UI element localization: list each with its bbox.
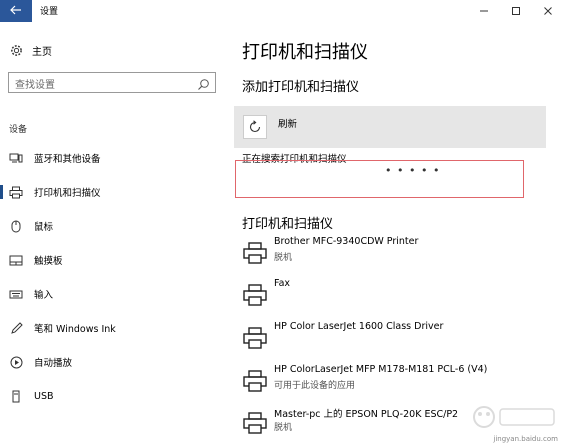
sidebar-home[interactable]: 主页 bbox=[9, 43, 52, 58]
progress-dots: • • • • • bbox=[385, 164, 441, 177]
section-label-devices: 设备 bbox=[9, 125, 28, 135]
page-title: 打印机和扫描仪 bbox=[242, 42, 368, 63]
printers-list-heading: 打印机和扫描仪 bbox=[242, 217, 334, 232]
watermark-text: jingyan.baidu.com bbox=[493, 435, 558, 443]
main-content: 打印机和扫描仪 添加打印机和扫描仪 刷新 正在搜索打印机和扫描仪 • • • •… bbox=[232, 24, 566, 445]
printer-item[interactable]: Brother MFC-9340CDW Printer 脱机 bbox=[242, 236, 562, 272]
arrow-left-icon bbox=[10, 4, 22, 19]
sidebar-item-label: 蓝牙和其他设备 bbox=[34, 154, 101, 165]
refresh-label: 刷新 bbox=[278, 119, 298, 130]
back-button[interactable] bbox=[0, 0, 32, 22]
printer-icon bbox=[242, 241, 268, 265]
gear-icon bbox=[9, 44, 23, 58]
keyboard-icon bbox=[9, 287, 23, 301]
printer-name: Fax bbox=[274, 278, 291, 289]
autoplay-icon bbox=[9, 355, 23, 369]
touchpad-icon bbox=[9, 253, 23, 267]
printer-icon bbox=[242, 411, 268, 435]
sidebar-item-pen[interactable]: 笔和 Windows Ink bbox=[0, 314, 232, 342]
highlight-box bbox=[235, 160, 524, 198]
printer-item[interactable]: Fax bbox=[242, 278, 562, 314]
sidebar-item-autoplay[interactable]: 自动播放 bbox=[0, 348, 232, 376]
printer-name: HP Color LaserJet 1600 Class Driver bbox=[274, 321, 444, 332]
sidebar-item-label: 笔和 Windows Ink bbox=[34, 324, 116, 335]
printer-item[interactable]: HP ColorLaserJet MFP M178-M181 PCL-6 (V4… bbox=[242, 364, 562, 400]
printer-icon bbox=[242, 326, 268, 350]
refresh-icon bbox=[243, 115, 267, 139]
title-bar: 设置 bbox=[0, 0, 566, 24]
sidebar-item-touchpad[interactable]: 触摸板 bbox=[0, 246, 232, 274]
minimize-button[interactable] bbox=[468, 1, 500, 21]
printer-icon bbox=[242, 369, 268, 393]
sidebar-item-label: 触摸板 bbox=[34, 256, 63, 267]
printer-name: Brother MFC-9340CDW Printer bbox=[274, 236, 419, 247]
close-icon bbox=[543, 6, 553, 16]
mouse-icon bbox=[9, 219, 23, 233]
printer-status: 脱机 bbox=[274, 423, 293, 433]
sidebar: 主页 设备 蓝牙和其他设备 打印机和扫描仪 鼠标 触摸板 输入 bbox=[0, 24, 232, 445]
usb-icon bbox=[9, 389, 23, 403]
printer-status: 可用于此设备的应用 bbox=[274, 381, 356, 391]
pen-icon bbox=[9, 321, 23, 335]
search-box[interactable] bbox=[8, 72, 216, 95]
bluetooth-devices-icon bbox=[9, 151, 23, 165]
add-printers-heading: 添加打印机和扫描仪 bbox=[242, 80, 360, 95]
maximize-icon bbox=[511, 6, 521, 16]
sidebar-item-label: 打印机和扫描仪 bbox=[34, 188, 101, 199]
sidebar-item-printers[interactable]: 打印机和扫描仪 bbox=[0, 178, 232, 206]
minimize-icon bbox=[479, 6, 489, 16]
search-icon[interactable] bbox=[197, 76, 210, 90]
printer-item[interactable]: HP Color LaserJet 1600 Class Driver bbox=[242, 321, 562, 357]
sidebar-item-mouse[interactable]: 鼠标 bbox=[0, 212, 232, 240]
printer-icon bbox=[242, 283, 268, 307]
sidebar-item-bluetooth[interactable]: 蓝牙和其他设备 bbox=[0, 144, 232, 172]
printer-name: Master-pc 上的 EPSON PLQ-20K ESC/P2 bbox=[274, 409, 459, 420]
printer-icon bbox=[9, 185, 23, 199]
sidebar-item-label: 输入 bbox=[34, 290, 54, 301]
sidebar-item-typing[interactable]: 输入 bbox=[0, 280, 232, 308]
maximize-button[interactable] bbox=[500, 1, 532, 21]
close-button[interactable] bbox=[532, 1, 564, 21]
window-title: 设置 bbox=[40, 7, 59, 17]
refresh-button[interactable]: 刷新 bbox=[234, 106, 546, 148]
printer-name: HP ColorLaserJet MFP M178-M181 PCL-6 (V4… bbox=[274, 364, 488, 375]
sidebar-item-usb[interactable]: USB bbox=[0, 382, 232, 410]
home-label: 主页 bbox=[32, 47, 52, 58]
search-input[interactable] bbox=[9, 76, 185, 95]
sidebar-item-label: 自动播放 bbox=[34, 358, 73, 369]
sidebar-item-label: 鼠标 bbox=[34, 222, 54, 233]
sidebar-item-label: USB bbox=[34, 390, 54, 402]
printer-status: 脱机 bbox=[274, 253, 293, 263]
